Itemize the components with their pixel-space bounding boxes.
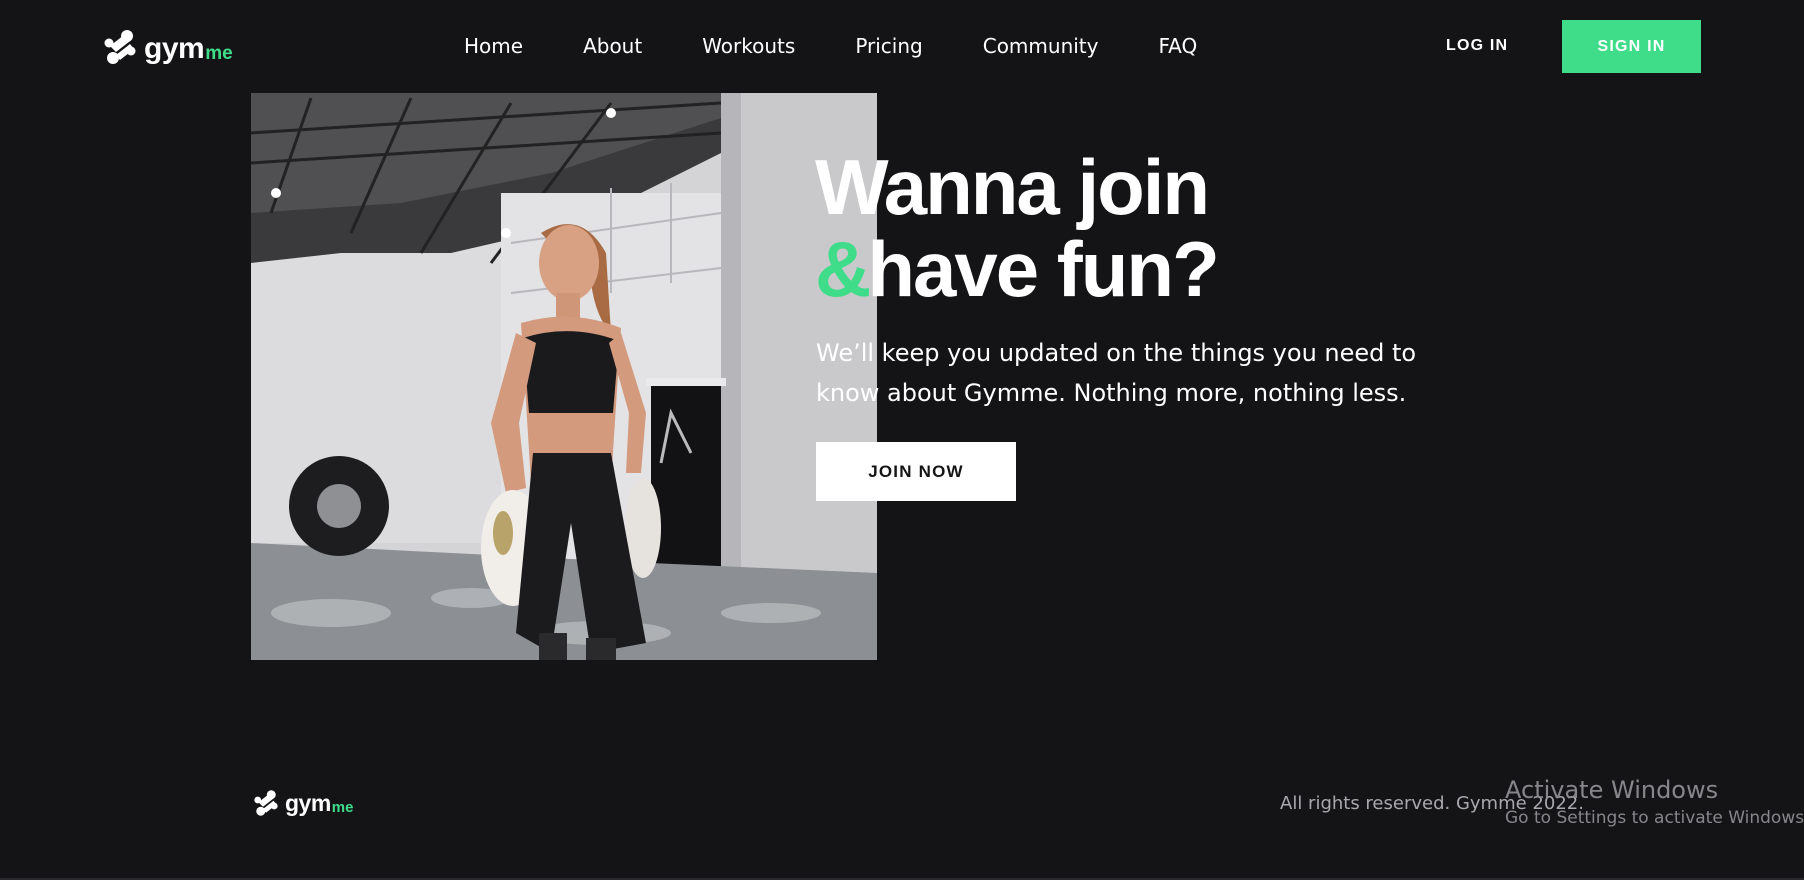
footer-logo-text: gym: [285, 790, 331, 816]
logo-suffix: me: [205, 43, 233, 64]
footer-logo[interactable]: gym me: [251, 786, 353, 818]
hero-subtitle: We’ll keep you updated on the things you…: [816, 339, 1417, 407]
nav-about[interactable]: About: [583, 33, 642, 59]
hero-title-ampersand: &: [815, 225, 871, 313]
nav-workouts[interactable]: Workouts: [702, 33, 795, 59]
activate-windows-watermark: Activate Windows Go to Settings to activ…: [1505, 775, 1804, 829]
hero-title-line-1: Wanna join: [815, 143, 1210, 231]
nav-pricing[interactable]: Pricing: [855, 33, 922, 59]
activate-windows-title: Activate Windows: [1505, 776, 1719, 804]
woman-boxer-in-gym-photo: [251, 93, 877, 660]
nav-home[interactable]: Home: [464, 33, 523, 59]
hero-title-line-2-text: have fun?: [867, 225, 1219, 313]
gymme-logo-icon: [254, 790, 278, 816]
logo-text: gym: [144, 32, 205, 65]
hero-image: [251, 93, 877, 660]
join-now-button[interactable]: JOIN NOW: [816, 442, 1016, 501]
nav-faq[interactable]: FAQ: [1159, 33, 1198, 59]
gymme-logo-icon: [104, 30, 136, 64]
hero-title: Wanna join &have fun?: [815, 143, 1220, 313]
hero-title-line-2: &have fun?: [815, 225, 1220, 313]
header-logo[interactable]: gym me: [100, 27, 233, 67]
footer-logo-suffix: me: [331, 799, 354, 816]
nav-community[interactable]: Community: [983, 33, 1099, 59]
landing-page: gym me Home About Workouts Pricing Commu…: [0, 0, 1804, 880]
login-link[interactable]: LOG IN: [1446, 35, 1508, 57]
main-nav: Home About Workouts Pricing Community FA…: [464, 33, 1197, 59]
sign-in-button[interactable]: SIGN IN: [1562, 20, 1701, 73]
activate-windows-text: Go to Settings to activate Windows.: [1505, 808, 1804, 828]
